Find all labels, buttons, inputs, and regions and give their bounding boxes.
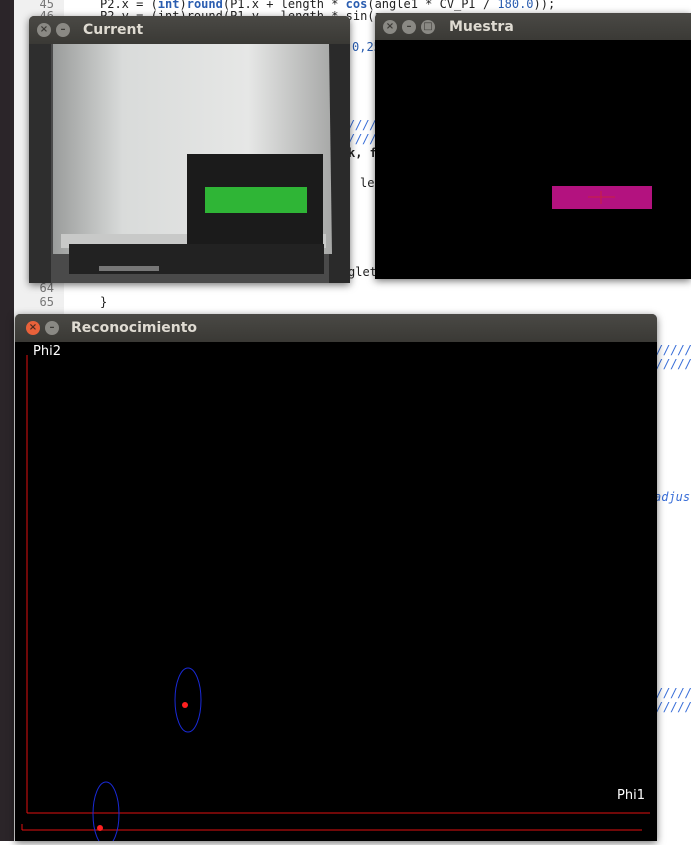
code-token: 180.0: [497, 0, 534, 11]
line-number: 65: [39, 295, 54, 309]
code-fragment: glet: [348, 265, 377, 279]
minimize-icon[interactable]: –: [56, 23, 70, 37]
class-ellipse: [174, 667, 202, 733]
reconocimiento-window[interactable]: × – Reconocimiento Phi2 Phi1: [15, 314, 657, 845]
current-window[interactable]: × – Current: [29, 16, 350, 283]
code-comment: adjust: [654, 490, 691, 504]
x-axis-label: Phi1: [617, 788, 645, 803]
muestra-window[interactable]: × – □ Muestra: [375, 13, 691, 279]
class-centroid: [182, 702, 188, 708]
class-ellipse: [92, 781, 120, 845]
y-axis-label: Phi2: [33, 344, 61, 359]
window-title: Reconocimiento: [71, 320, 198, 336]
window-title: Muestra: [449, 19, 514, 35]
code-token: ));: [533, 0, 556, 11]
maximize-icon[interactable]: □: [421, 20, 435, 34]
camera-feed: [29, 44, 350, 283]
feature-space-plot: [21, 355, 650, 845]
code-brace: }: [100, 295, 108, 309]
sample-image: [552, 186, 652, 209]
green-target: [205, 187, 307, 213]
desktop-launcher-strip: [0, 0, 14, 841]
minimize-icon[interactable]: –: [45, 321, 59, 335]
current-titlebar[interactable]: × – Current: [29, 16, 350, 44]
minimize-icon[interactable]: –: [402, 20, 416, 34]
code-fragment: k, f: [348, 146, 377, 160]
code-comment: //////: [656, 357, 691, 371]
reconocimiento-titlebar[interactable]: × – Reconocimiento: [15, 314, 657, 342]
camera-image: [29, 44, 350, 283]
code-comment: //////: [656, 343, 691, 357]
code-comment: //////: [656, 686, 691, 700]
close-icon[interactable]: ×: [26, 321, 40, 335]
sample-view: [375, 40, 691, 279]
muestra-titlebar[interactable]: × – □ Muestra: [375, 13, 691, 41]
code-comment: //////: [656, 700, 691, 714]
feature-plot: Phi2 Phi1: [15, 342, 657, 845]
line-number: 64: [39, 281, 54, 295]
class-centroid: [97, 825, 103, 831]
window-title: Current: [83, 22, 144, 38]
close-icon[interactable]: ×: [383, 20, 397, 34]
close-icon[interactable]: ×: [37, 23, 51, 37]
